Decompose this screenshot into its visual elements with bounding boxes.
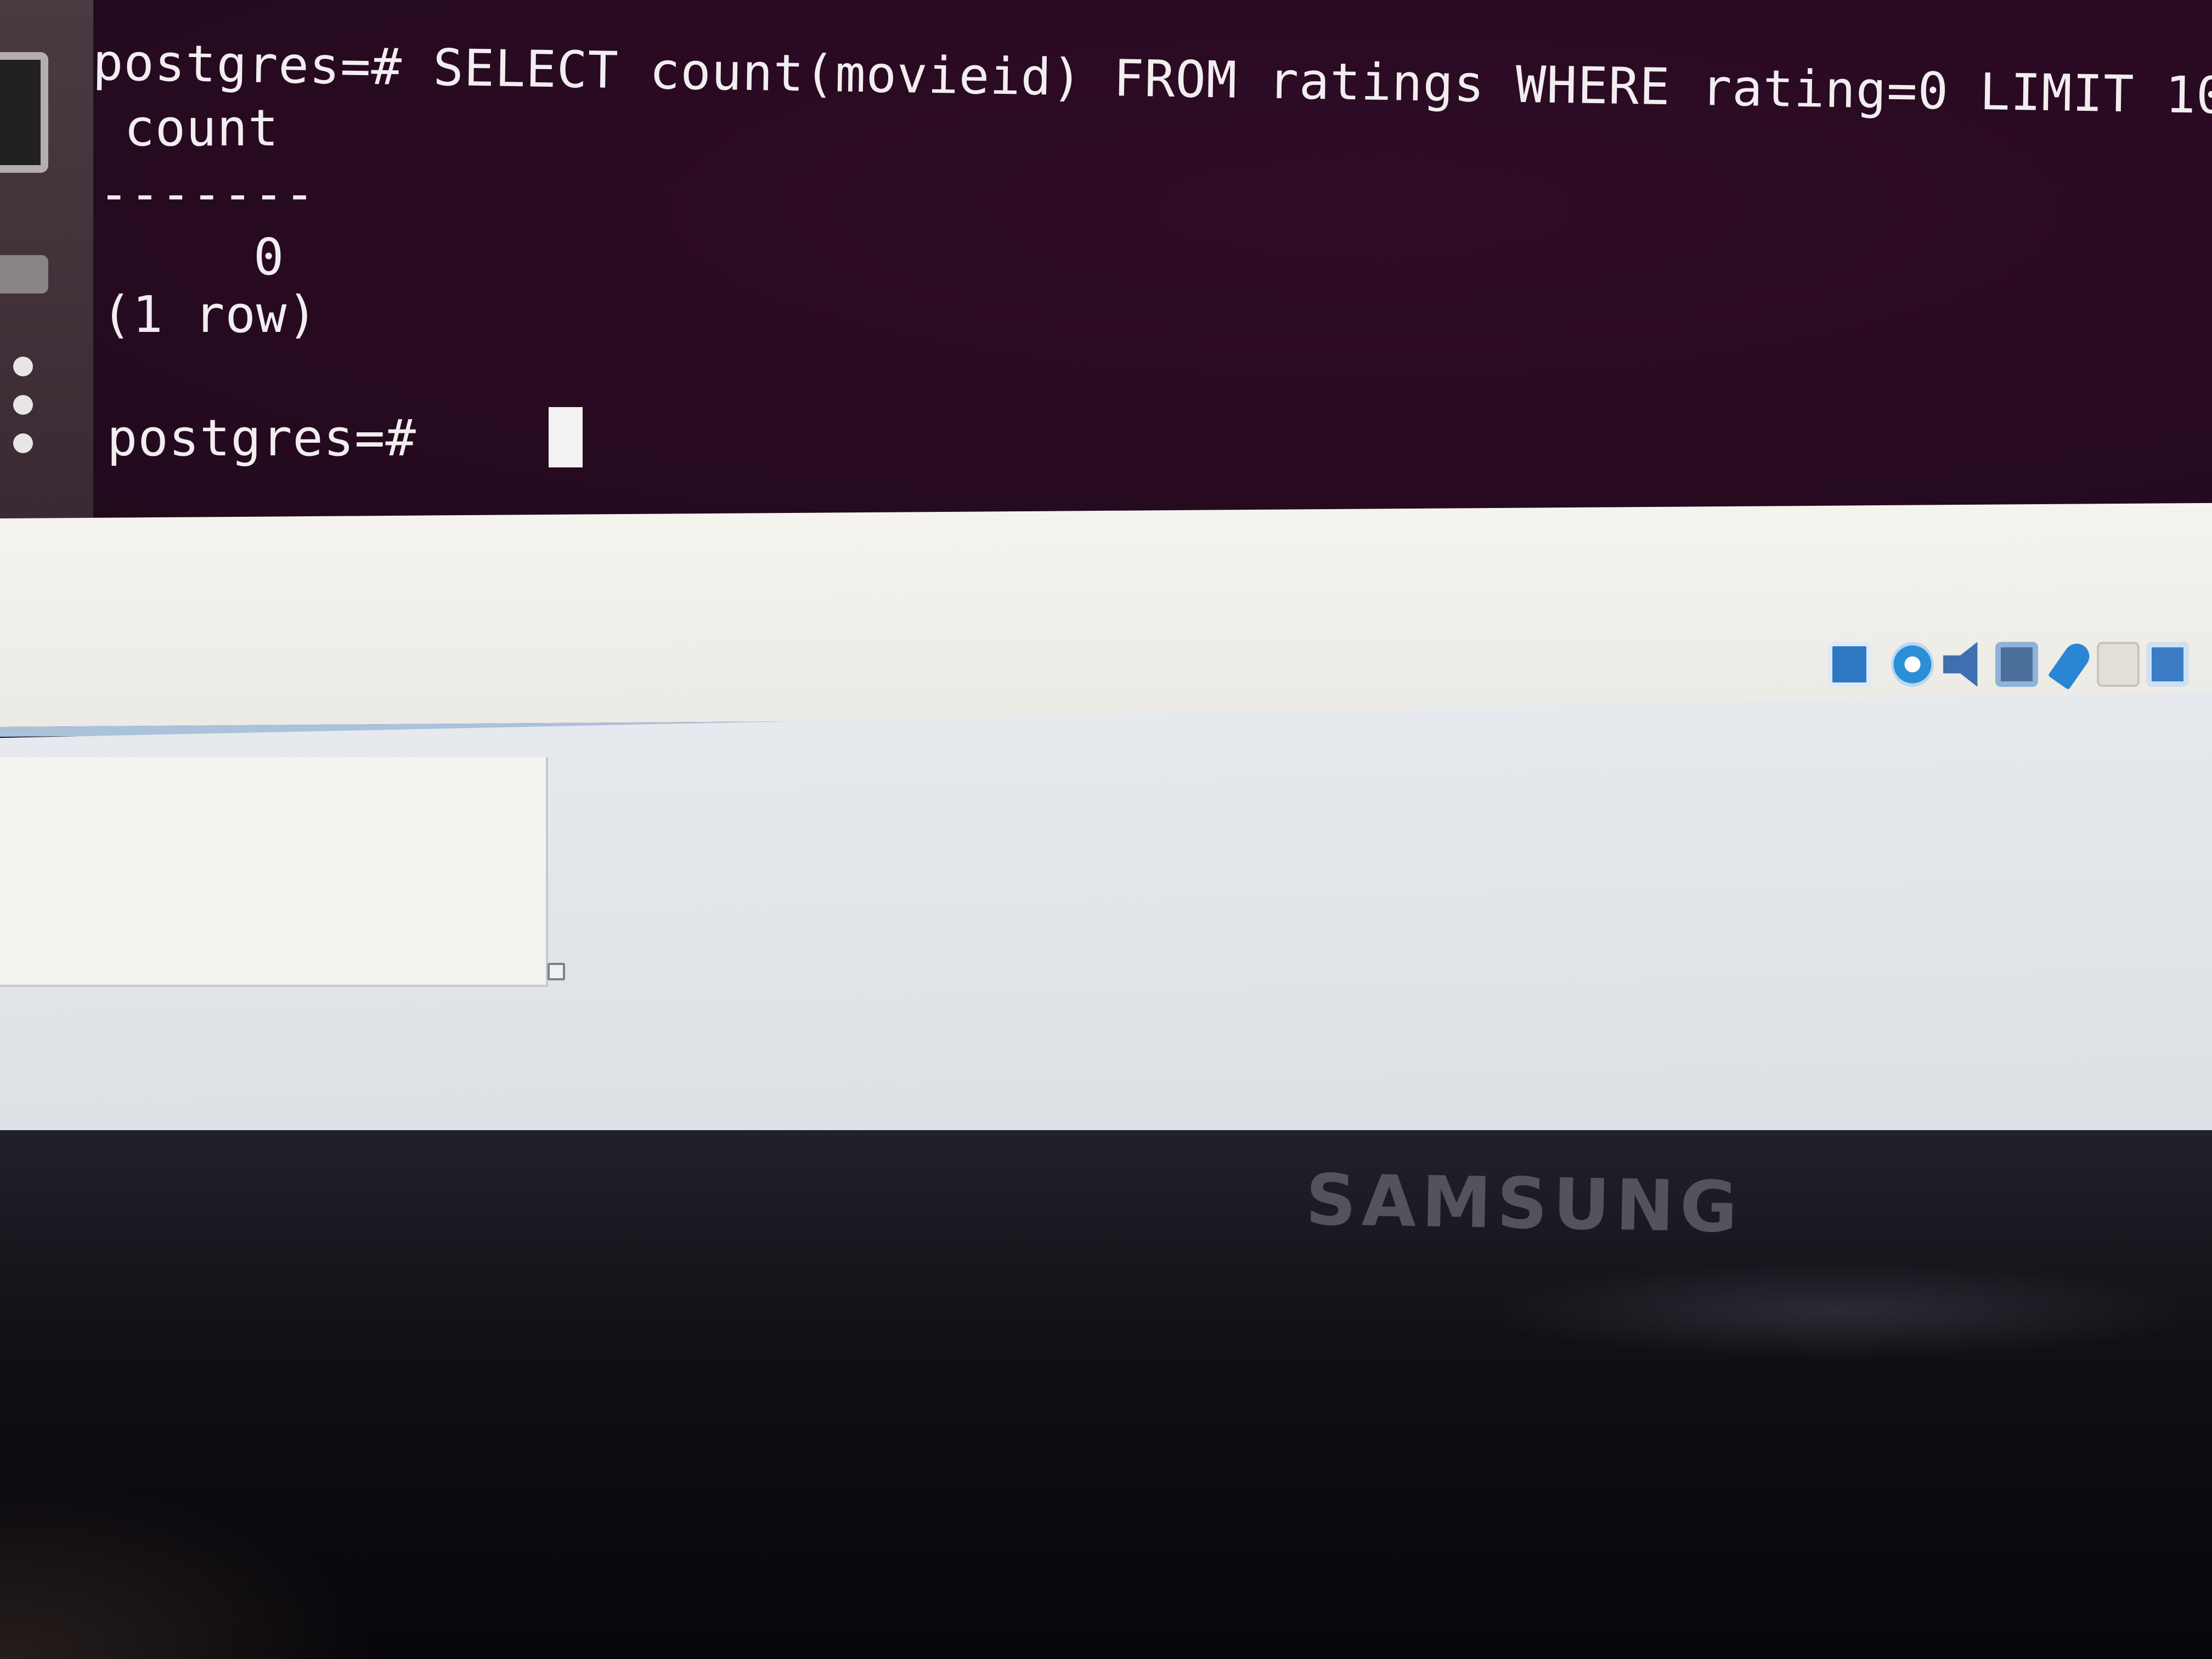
ubuntu-launcher <box>0 0 104 518</box>
desk-shadow <box>0 1481 384 1659</box>
result-column-header: count <box>93 99 279 157</box>
result-value: 0 <box>99 228 285 286</box>
shared-folders-icon[interactable] <box>2097 642 2140 687</box>
result-separator: ------- <box>99 165 315 223</box>
host-window-panel <box>0 757 548 987</box>
running-indicator-icon <box>8 357 41 466</box>
terminal-app-icon[interactable] <box>0 52 48 173</box>
audio-icon[interactable] <box>1943 642 1978 687</box>
dot-icon <box>13 433 33 453</box>
network-icon[interactable] <box>1995 642 2038 687</box>
optical-drive-icon[interactable] <box>1891 642 1934 687</box>
photo-of-monitor: postgres=# SELECT count(movieid) FROM ra… <box>0 0 2212 1659</box>
psql-prompt: postgres=# <box>107 409 416 467</box>
launcher-app-icon[interactable] <box>0 255 48 294</box>
command-line: postgres=# SELECT count(movieid) FROM ra… <box>92 33 2212 126</box>
vm-status-icons <box>1828 639 2212 697</box>
resize-handle[interactable] <box>548 963 565 980</box>
bezel-reflection <box>1481 1262 2194 1361</box>
dot-icon <box>13 357 33 376</box>
display-icon[interactable] <box>2146 642 2189 687</box>
usb-icon[interactable] <box>2047 639 2095 690</box>
hard-disk-icon[interactable] <box>1828 642 1871 687</box>
monitor-brand-logo: SAMSUNG <box>1305 1159 1744 1249</box>
terminal-window[interactable]: postgres=# SELECT count(movieid) FROM ra… <box>92 0 2212 518</box>
dot-icon <box>13 395 33 415</box>
row-count: (1 row) <box>101 285 318 344</box>
text-cursor <box>549 407 583 467</box>
